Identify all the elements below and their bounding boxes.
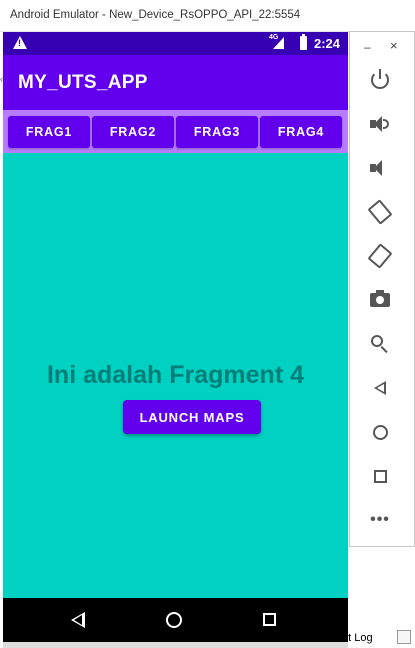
home-button[interactable] xyxy=(364,418,396,446)
signal-icon xyxy=(273,37,284,49)
home-icon xyxy=(372,424,388,440)
logcat-tab-label[interactable]: nt Log xyxy=(342,632,373,644)
warning-icon xyxy=(13,36,27,49)
minimize-button[interactable]: – xyxy=(364,40,371,54)
back-button[interactable] xyxy=(364,374,396,402)
emulator-side-toolbar: – × ••• xyxy=(349,31,415,547)
rotate-left-button[interactable] xyxy=(364,198,396,226)
fragment-content: Ini adalah Fragment 4 LAUNCH MAPS xyxy=(3,153,348,598)
launch-maps-button[interactable]: LAUNCH MAPS xyxy=(123,400,261,434)
nav-recents-icon[interactable] xyxy=(263,613,276,626)
device-screen: 4G 2:24 MY_UTS_APP FRAG1 FRAG2 FRAG3 FRA… xyxy=(3,32,348,642)
rotate-right-icon xyxy=(367,243,393,269)
zoom-icon xyxy=(371,335,389,354)
volume-up-icon xyxy=(370,116,390,132)
fragment-tab-strip: FRAG1 FRAG2 FRAG3 FRAG4 xyxy=(3,110,348,153)
volume-down-button[interactable] xyxy=(364,154,396,182)
frag3-button[interactable]: FRAG3 xyxy=(176,116,258,148)
camera-icon xyxy=(370,290,390,307)
app-title: MY_UTS_APP xyxy=(18,72,148,93)
battery-icon xyxy=(300,34,307,50)
status-time: 2:24 xyxy=(314,36,341,51)
back-icon xyxy=(374,381,386,395)
nav-back-icon[interactable] xyxy=(71,612,85,628)
app-bar: MY_UTS_APP xyxy=(3,55,348,110)
volume-up-button[interactable] xyxy=(364,110,396,138)
frag4-button[interactable]: FRAG4 xyxy=(260,116,342,148)
volume-down-icon xyxy=(370,160,390,176)
close-button[interactable]: × xyxy=(390,38,398,53)
power-icon xyxy=(371,69,389,89)
power-button[interactable] xyxy=(364,66,396,94)
panel-toggle-icon[interactable] xyxy=(397,630,411,644)
overview-button[interactable] xyxy=(364,462,396,490)
zoom-button[interactable] xyxy=(364,330,396,358)
rotate-right-button[interactable] xyxy=(364,242,396,270)
window-title: Android Emulator - New_Device_RsOPPO_API… xyxy=(10,9,301,21)
frag2-button[interactable]: FRAG2 xyxy=(92,116,174,148)
horizontal-scrollbar[interactable] xyxy=(3,642,348,648)
rotate-left-icon xyxy=(367,199,393,225)
screenshot-button[interactable] xyxy=(364,286,396,314)
emulator-titlebar[interactable]: Android Emulator - New_Device_RsOPPO_API… xyxy=(0,0,349,32)
frag1-button[interactable]: FRAG1 xyxy=(8,116,90,148)
nav-home-icon[interactable] xyxy=(166,612,182,628)
screen: Android Emulator - New_Device_RsOPPO_API… xyxy=(0,0,415,648)
emulator-window: Android Emulator - New_Device_RsOPPO_API… xyxy=(0,0,349,648)
status-bar: 4G 2:24 xyxy=(3,32,348,55)
overview-icon xyxy=(373,469,387,483)
navigation-bar xyxy=(3,598,348,642)
fragment-message: Ini adalah Fragment 4 xyxy=(46,361,304,389)
more-icon: ••• xyxy=(370,511,390,528)
more-button[interactable]: ••• xyxy=(364,506,396,534)
